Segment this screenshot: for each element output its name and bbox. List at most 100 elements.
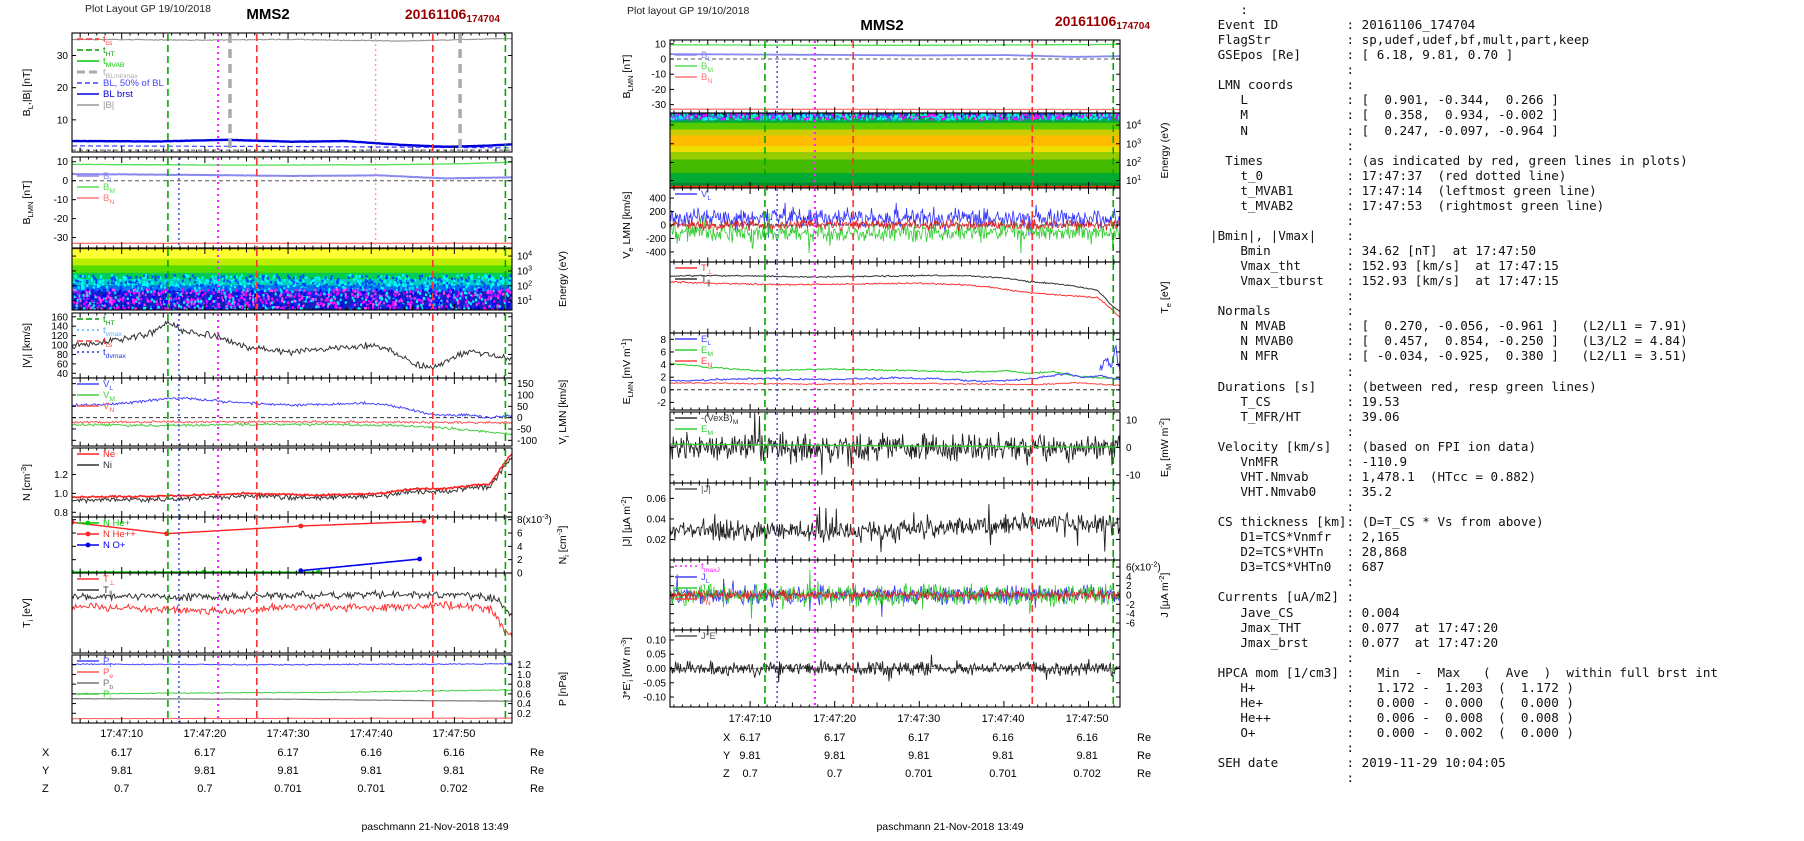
series-T_perp bbox=[72, 600, 512, 638]
legend-item: J*E' bbox=[675, 631, 718, 642]
series-E_N bbox=[670, 381, 1120, 387]
legend-label: |J| bbox=[701, 484, 711, 495]
legend-label: N O+ bbox=[103, 540, 126, 551]
y-axis-label: BL,|B| [nT] bbox=[21, 69, 35, 117]
ephemeris-row-label: Z bbox=[42, 783, 49, 795]
y-tick-label: 8(x10-3) bbox=[517, 512, 552, 526]
y-tick-label: 20 bbox=[57, 83, 69, 94]
y-tick-label: 104 bbox=[1126, 118, 1141, 132]
y-axis-label: Ti [eV] bbox=[21, 598, 35, 628]
ephemeris-value: 9.81 bbox=[360, 765, 381, 777]
ephemeris-value: 0.701 bbox=[274, 783, 302, 795]
series-N_O+ bbox=[300, 558, 420, 572]
y-tick-label: 50 bbox=[517, 402, 529, 413]
ephemeris-value: 9.81 bbox=[824, 750, 845, 762]
time-tick-label: 17:47:20 bbox=[813, 713, 856, 725]
legend-item: T⊥ bbox=[77, 574, 115, 587]
ephemeris-value: 6.16 bbox=[443, 747, 464, 759]
data-point bbox=[316, 569, 321, 573]
ephemeris-value: 0.7 bbox=[114, 783, 129, 795]
figure-title: MMS2 bbox=[246, 6, 289, 23]
panel-jdote: 0.10 0.05 0.00 -0.05 -0.10 J*E'i [nW m-3] J*E' bbox=[619, 629, 1121, 708]
right-axis-label: Energy (eV) bbox=[1159, 122, 1171, 178]
right-axis-label: Energy (eV) bbox=[557, 251, 569, 307]
figure-footer: paschmann 21-Nov-2018 13:49 bbox=[361, 821, 508, 833]
panel-b-lmn: 100-10-20-30BLMN [nT]BLBMBN bbox=[621, 39, 1121, 114]
y-tick-label: 2 bbox=[660, 373, 666, 384]
spectro-band bbox=[72, 249, 512, 260]
y-tick-label: 0 bbox=[660, 221, 666, 232]
panel-minor-ions: 8(x10-3) 6 4 2 0 Ni [cm-3] N He+N He++N O+ bbox=[71, 512, 571, 580]
data-point bbox=[201, 569, 207, 573]
time-tick-label: 17:47:10 bbox=[100, 728, 143, 740]
ephemeris-value: 0.701 bbox=[989, 768, 1017, 780]
legend-label: BL, 50% of BL bbox=[103, 78, 164, 89]
seh-event-summary-page: Plot Layout GP 19/10/2018 MMS2 20161106174… bbox=[0, 0, 1804, 841]
ephemeris-value: 9.81 bbox=[739, 750, 760, 762]
y-tick-label: 4 bbox=[660, 360, 666, 371]
ephemeris-value: 6.17 bbox=[111, 747, 132, 759]
panel-bl-bmag: 302010BL,|B| [nT]tcstHTtMVABtBLminmaxBL,… bbox=[21, 32, 513, 153]
panel-border bbox=[71, 32, 513, 153]
y-tick-label: 0.8 bbox=[54, 508, 68, 519]
y-tick-label: 0.00 bbox=[647, 664, 667, 675]
y-tick-label: -0.10 bbox=[643, 693, 666, 704]
y-tick-label: 400 bbox=[649, 194, 666, 205]
y-tick-label: -20 bbox=[652, 85, 667, 96]
series-V_N bbox=[72, 419, 512, 425]
y-tick-label: -10 bbox=[1126, 470, 1141, 481]
series-B_N bbox=[670, 108, 1120, 111]
y-tick-label: -0.05 bbox=[643, 678, 666, 689]
legend-item: tmaxJ bbox=[675, 561, 720, 574]
panel-density: 1.2 1.0 0.8 N [cm-3] NeNi bbox=[19, 447, 513, 519]
ephemeris-value: 6.17 bbox=[194, 747, 215, 759]
ephemeris-value: 6.17 bbox=[824, 732, 845, 744]
time-tick-label: 17:47:50 bbox=[433, 728, 476, 740]
ephemeris-value: 0.7 bbox=[197, 783, 212, 795]
legend-item: BL brst bbox=[77, 89, 133, 100]
ephemeris-value: 0.702 bbox=[1073, 768, 1101, 780]
ephemeris-unit: Re bbox=[1137, 732, 1151, 744]
ephemeris-value: 9.81 bbox=[277, 765, 298, 777]
ephemeris-value: 9.81 bbox=[1076, 750, 1097, 762]
ephemeris-value: 9.81 bbox=[992, 750, 1013, 762]
y-tick-label: 104 bbox=[517, 249, 532, 263]
y-tick-label: 200 bbox=[649, 207, 666, 218]
legend-label: VL bbox=[701, 189, 711, 202]
y-tick-label: 0.04 bbox=[647, 514, 667, 525]
series-E_L_burst bbox=[1099, 344, 1120, 372]
spectro-band bbox=[670, 173, 1120, 184]
y-tick-label: -30 bbox=[652, 100, 667, 111]
data-point bbox=[421, 518, 427, 524]
panel-electron-spectrogram: 104 103 102 101 Energy (eV) bbox=[669, 112, 1171, 189]
ephemeris-row-label: Y bbox=[723, 750, 731, 762]
y-axis-label: Ve LMN [km/s] bbox=[621, 191, 635, 258]
legend-item: EM bbox=[675, 424, 713, 437]
y-tick-label: 6 bbox=[660, 347, 666, 358]
ephemeris-row-label: Z bbox=[723, 768, 730, 780]
fig-mid: Plot layout GP 19/10/2018 MMS2 20161106174… bbox=[619, 5, 1173, 833]
y-tick-label: 2 bbox=[517, 555, 523, 566]
legend-label: BL brst bbox=[103, 89, 133, 100]
spectro-band bbox=[670, 152, 1120, 161]
panel-ion-spectrogram: 104103102101 Energy (eV) bbox=[71, 247, 569, 311]
spectro-band bbox=[670, 122, 1120, 131]
data-point bbox=[298, 568, 304, 573]
y-tick-label: 102 bbox=[517, 278, 532, 292]
series-B_L bbox=[72, 172, 512, 180]
data-point bbox=[417, 556, 422, 562]
legend-item: VN bbox=[77, 401, 114, 414]
legend-item: N He+ bbox=[77, 518, 131, 529]
legend-item: T⊥ bbox=[675, 263, 713, 276]
right-axis-label: J [µA m-2] bbox=[1157, 572, 1171, 617]
series-|V_i| bbox=[72, 319, 512, 371]
legend-item: tMVAB bbox=[77, 56, 125, 69]
y-tick-label: 103 bbox=[1126, 136, 1141, 150]
event-info-text: : Event ID : 20161106_174704 FlagStr : s… bbox=[1210, 2, 1718, 786]
y-axis-label: BLMN [nT] bbox=[621, 54, 635, 98]
legend-item: EN bbox=[675, 356, 712, 369]
y-tick-label: -50 bbox=[517, 425, 532, 436]
y-axis-label: BLMN [nT] bbox=[21, 180, 35, 224]
figure-layout-label: Plot Layout GP 19/10/2018 bbox=[85, 3, 211, 15]
time-tick-label: 17:47:30 bbox=[897, 713, 940, 725]
